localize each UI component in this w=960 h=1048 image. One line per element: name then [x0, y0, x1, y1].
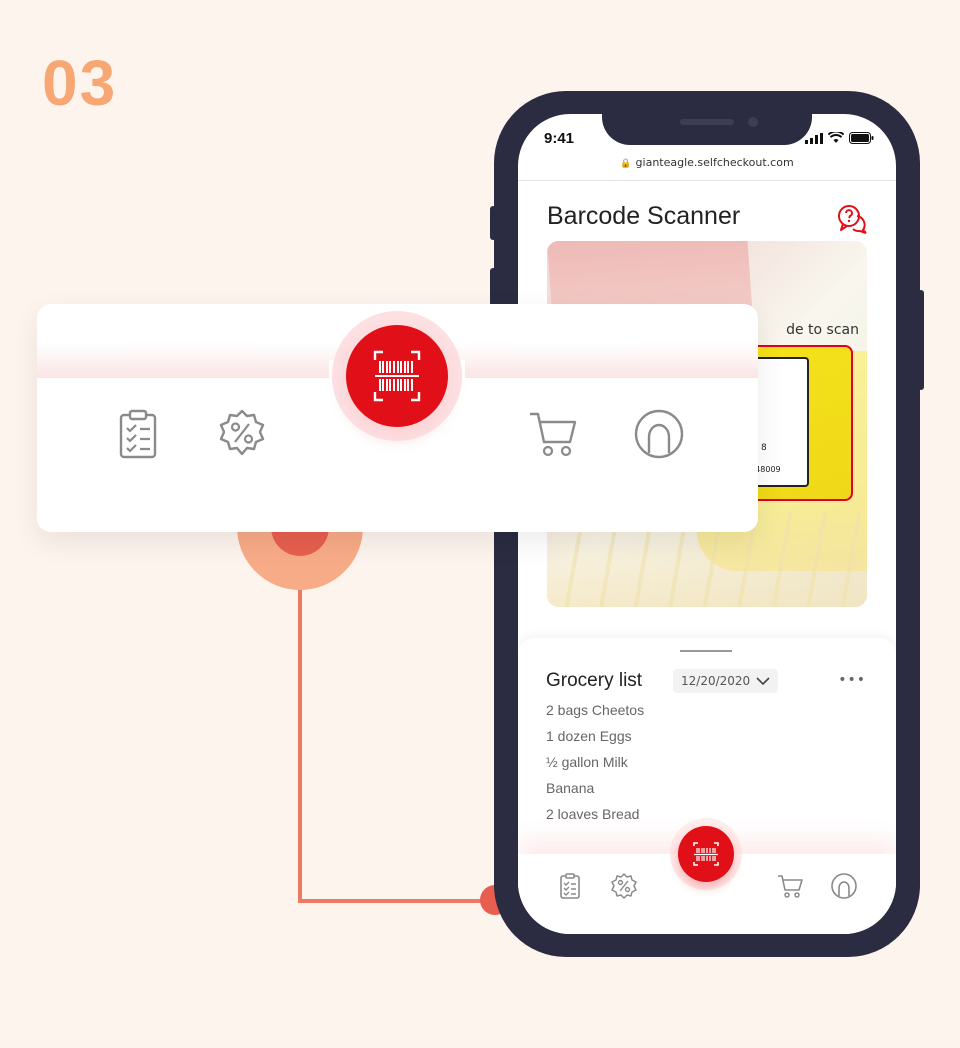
cart-icon[interactable]	[776, 872, 804, 900]
scan-tab-button[interactable]	[678, 826, 734, 882]
label-digit: 8	[761, 443, 767, 453]
phone-notch	[602, 91, 812, 145]
connector-line-vertical	[298, 540, 302, 903]
battery-icon	[849, 132, 874, 144]
profile-icon[interactable]	[830, 872, 858, 900]
clipboard-list-icon[interactable]	[112, 408, 164, 460]
page-title: Barcode Scanner	[547, 202, 741, 230]
date-dropdown[interactable]: 12/20/2020	[673, 669, 779, 693]
discount-badge-icon[interactable]	[610, 872, 638, 900]
connector-line-horizontal	[298, 899, 494, 903]
signal-icon	[805, 133, 823, 144]
nav-scan-button[interactable]	[346, 325, 448, 427]
step-number: 03	[42, 47, 118, 119]
browser-url-bar[interactable]: 🔒 gianteagle.selfcheckout.com	[518, 156, 896, 169]
browser-url: gianteagle.selfcheckout.com	[635, 156, 794, 169]
lock-icon: 🔒	[620, 159, 632, 169]
wifi-icon	[828, 132, 844, 143]
status-time: 9:41	[544, 130, 575, 147]
date-value: 12/20/2020	[681, 674, 751, 688]
list-item: 1 dozen Eggs	[546, 728, 632, 744]
barcode-scan-icon	[693, 842, 719, 866]
cart-icon[interactable]	[527, 408, 579, 460]
list-item: Banana	[546, 780, 595, 796]
scan-hint-text: de to scan	[786, 322, 859, 338]
list-item: 2 bags Cheetos	[546, 702, 645, 718]
more-options-icon[interactable]: •••	[838, 672, 866, 688]
profile-icon[interactable]	[633, 408, 685, 460]
sheet-drag-handle[interactable]	[680, 650, 732, 652]
discount-badge-icon[interactable]	[216, 408, 268, 460]
barcode-scan-icon	[373, 350, 421, 402]
list-item: 2 loaves Bread	[546, 806, 640, 822]
clipboard-list-icon[interactable]	[556, 872, 584, 900]
nav-bar-callout	[37, 304, 758, 532]
phone-mute-switch	[490, 206, 496, 240]
list-item: ½ gallon Milk	[546, 754, 628, 770]
chevron-down-icon	[756, 677, 770, 685]
grocery-list-title: Grocery list	[546, 670, 643, 691]
help-chat-icon[interactable]	[836, 204, 868, 234]
phone-power-button	[918, 290, 924, 390]
divider	[518, 180, 896, 181]
barcode-scan-frame: 8 0048009	[743, 345, 853, 501]
status-icons	[805, 132, 874, 144]
